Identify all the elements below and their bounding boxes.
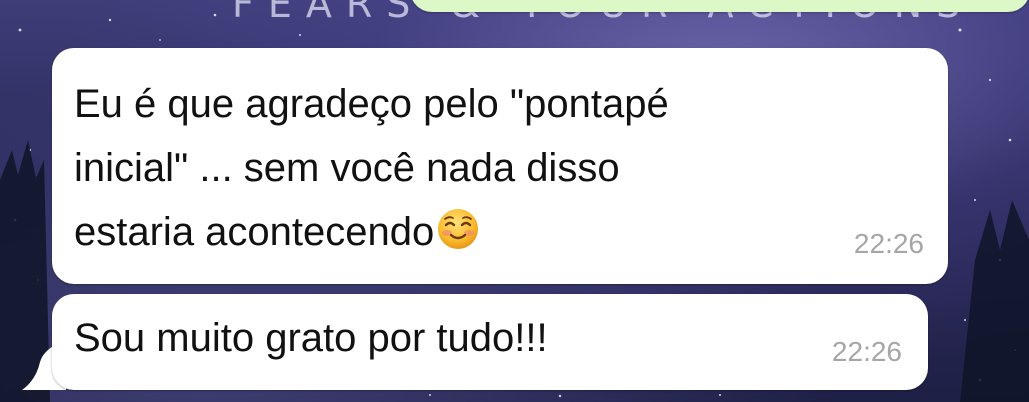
- message-timestamp: 22:26: [831, 336, 902, 367]
- incoming-message-bubble[interactable]: Sou muito grato por tudo!!! 22:26: [52, 294, 928, 390]
- message-text-content: Eu é que agradeço pelo "pontapé inicial"…: [74, 82, 669, 254]
- message-timestamp: 22:26: [853, 228, 924, 259]
- message-text: Sou muito grato por tudo!!!: [74, 316, 548, 360]
- smiling-face-icon: [438, 209, 479, 249]
- incoming-message-bubble[interactable]: Eu é que agradeço pelo "pontapé inicial"…: [52, 48, 948, 284]
- outgoing-message-bubble[interactable]: [410, 0, 1029, 12]
- message-text: Eu é que agradeço pelo "pontapé inicial"…: [74, 72, 814, 264]
